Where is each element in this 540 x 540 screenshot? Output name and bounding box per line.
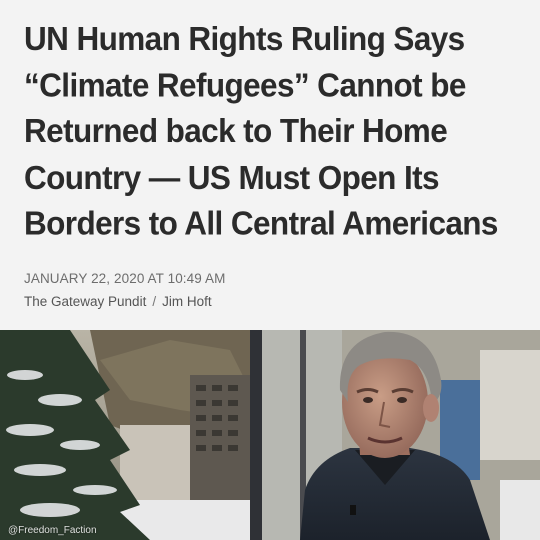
watermark: @Freedom_Faction xyxy=(8,525,97,536)
article-headline[interactable]: UN Human Rights Ruling Says “Climate Ref… xyxy=(24,16,524,247)
source-link[interactable]: The Gateway Pundit xyxy=(24,294,146,309)
byline-separator: / xyxy=(152,294,157,309)
article-date: JANUARY 22, 2020 AT 10:49 AM xyxy=(24,271,226,286)
article-header: UN Human Rights Ruling Says “Climate Ref… xyxy=(0,0,540,330)
article-photo[interactable]: @Freedom_Faction xyxy=(0,330,540,540)
article-byline: The Gateway Pundit / Jim Hoft xyxy=(24,294,212,309)
author-link[interactable]: Jim Hoft xyxy=(162,294,212,309)
photo-scene xyxy=(0,330,540,540)
